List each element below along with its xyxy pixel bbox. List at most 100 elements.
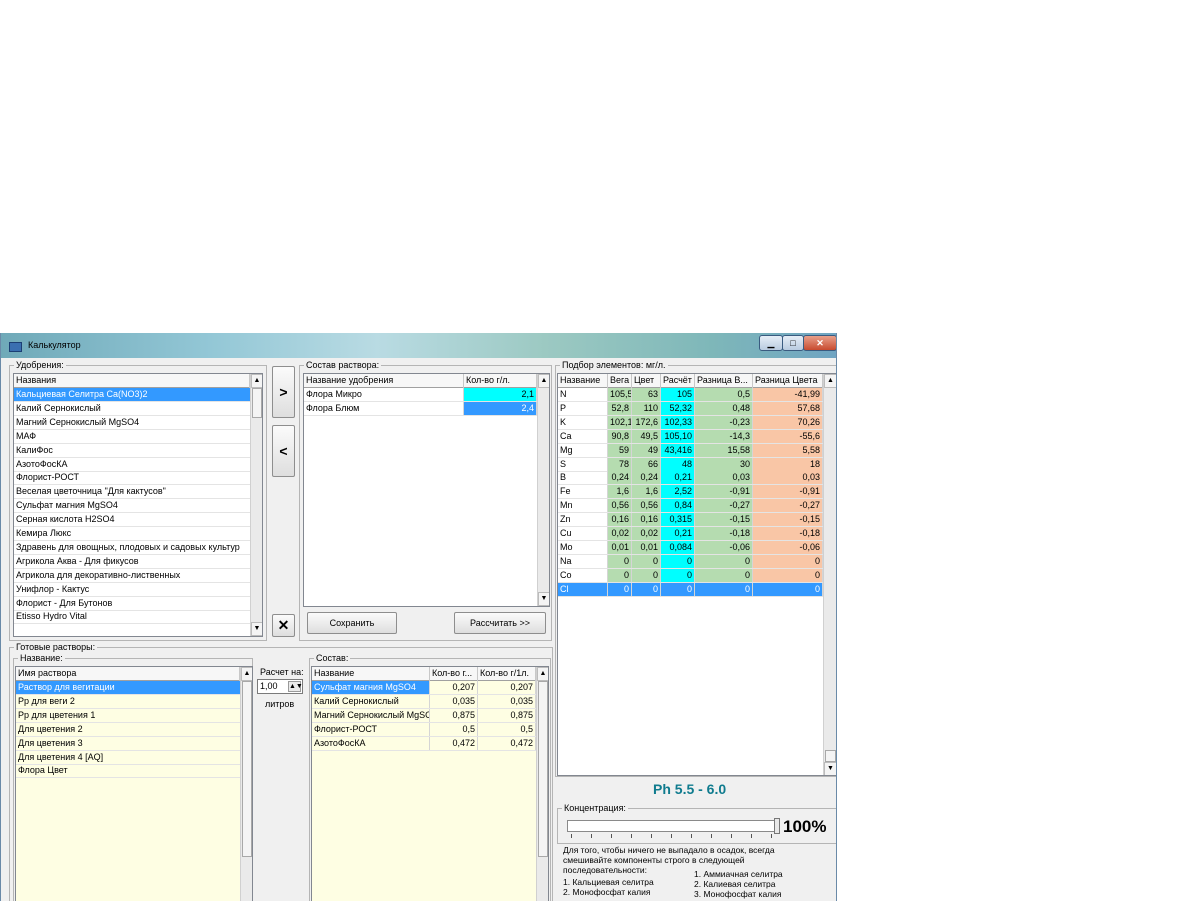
ready-solution-item[interactable]: Рр для цветения 1 <box>16 709 240 723</box>
close-button[interactable]: ✕ <box>803 335 836 351</box>
composition-col-header[interactable]: Кол-во г/1л. <box>478 667 536 681</box>
element-row[interactable]: Co 0 0 0 0 0 <box>558 568 823 583</box>
solution-amount[interactable]: 2,4 <box>464 402 537 415</box>
clear-icon[interactable]: ✕ <box>272 614 295 637</box>
element-row[interactable]: K 102,1 172,6 102,33 -0,23 70,26 <box>558 415 823 430</box>
solution-name[interactable]: Флора Блюм <box>304 402 464 415</box>
ready-solution-item[interactable]: Рр для веги 2 <box>16 695 240 709</box>
solution-amount[interactable]: 2,1 <box>464 388 537 401</box>
fertilizer-item[interactable]: Веселая цветочница "Для кактусов" <box>14 485 250 500</box>
composition-row[interactable]: АзотоФосКА 0,472 0,472 <box>312 736 536 751</box>
fertilizer-item[interactable]: Серная кислота H2SO4 <box>14 513 250 528</box>
element-row[interactable]: P 52,8 110 52,32 0,48 57,68 <box>558 401 823 416</box>
element-row[interactable]: Na 0 0 0 0 0 <box>558 554 823 569</box>
solution-row[interactable]: Флора Микро 2,1 <box>304 388 537 402</box>
fertilizers-column-header[interactable]: Названия <box>14 374 250 388</box>
scroll-up-icon[interactable]: ▲ <box>241 667 252 681</box>
element-row[interactable]: Cl 0 0 0 0 0 <box>558 582 823 597</box>
fertilizer-item[interactable]: Кальциевая Селитра Ca(NO3)2 <box>14 388 250 402</box>
element-row[interactable]: Mn 0,56 0,56 0,84 -0,27 -0,27 <box>558 499 823 514</box>
spin-arrows-icon[interactable]: ▲▼ <box>288 681 303 692</box>
scroll-thumb[interactable] <box>242 681 252 857</box>
composition-table[interactable]: Название Кол-во г... Кол-во г/1л. Сульфат … <box>311 666 549 901</box>
maximize-button[interactable]: □ <box>782 335 804 351</box>
solution-row[interactable]: Флора Блюм 2,4 <box>304 402 537 416</box>
fertilizer-item[interactable]: Флорист - Для Бутонов <box>14 597 250 611</box>
title-bar[interactable]: Калькулятор ▁ □ ✕ <box>1 333 836 358</box>
fertilizer-item[interactable]: Etisso Hydro Vital <box>14 610 250 625</box>
fertilizers-scrollbar[interactable]: ▲ ▼ <box>250 374 262 636</box>
composition-col-header[interactable]: Название <box>312 667 430 681</box>
scroll-thumb[interactable] <box>538 681 548 857</box>
scroll-up-icon[interactable]: ▲ <box>538 374 549 388</box>
fertilizer-item[interactable]: Кемира Люкс <box>14 527 250 541</box>
fertilizer-item[interactable]: Флорист-РОСТ <box>14 471 250 486</box>
element-row[interactable]: Cu 0,02 0,02 0,21 -0,18 -0,18 <box>558 527 823 541</box>
ready-scrollbar[interactable]: ▲ <box>240 667 252 901</box>
solution-table[interactable]: Название удобрения Кол-во г/л. Флора Мик… <box>303 373 550 607</box>
concentration-slider[interactable] <box>567 818 780 834</box>
calc-spinbox[interactable]: 1,00 ▲▼ <box>257 679 303 694</box>
composition-row[interactable]: Магний Сернокислый MgSO4 0,875 0,875 <box>312 708 536 723</box>
fertilizer-item[interactable]: Сульфат магния MgSO4 <box>14 499 250 514</box>
ready-column-header[interactable]: Имя раствора <box>16 667 240 681</box>
elements-col-header[interactable]: Цвет <box>632 374 661 388</box>
elements-table[interactable]: Название Вега Цвет Расчёт Разница В... Разниц… <box>557 373 836 776</box>
add-fertilizer-button[interactable]: > <box>272 366 295 418</box>
scroll-thumb[interactable] <box>252 388 262 418</box>
fertilizer-item[interactable]: МАФ <box>14 430 250 444</box>
fertilizer-item[interactable]: АзотоФосКА <box>14 458 250 472</box>
ready-solution-item[interactable]: Раствор для вегитации <box>16 681 240 695</box>
ready-solution-item[interactable]: Для цветения 3 <box>16 737 240 751</box>
composition-col-header[interactable]: Кол-во г... <box>430 667 478 681</box>
scroll-down-icon[interactable]: ▼ <box>538 592 549 606</box>
scroll-down-icon[interactable]: ▼ <box>251 622 262 636</box>
element-row[interactable]: S 78 66 48 30 18 <box>558 457 823 472</box>
element-row[interactable]: Zn 0,16 0,16 0,315 -0,15 -0,15 <box>558 513 823 528</box>
calc-value[interactable]: 1,00 <box>260 681 278 691</box>
elements-col-header[interactable]: Разница В... <box>695 374 753 388</box>
element-row[interactable]: Ca 90,8 49,5 105,10 -14,3 -55,6 <box>558 429 823 444</box>
composition-scrollbar[interactable]: ▲ <box>536 667 548 901</box>
elements-col-header[interactable]: Название <box>558 374 608 388</box>
fertilizer-item[interactable]: Магний Сернокислый MgSO4 <box>14 416 250 430</box>
ready-solution-item[interactable]: Для цветения 4 [AQ] <box>16 751 240 765</box>
solution-col-name[interactable]: Название удобрения <box>304 374 464 388</box>
scroll-up-icon[interactable]: ▲ <box>251 374 262 388</box>
fertilizers-header[interactable]: Названия <box>14 374 250 388</box>
remove-fertilizer-button[interactable]: < <box>272 425 295 477</box>
element-row[interactable]: B 0,24 0,24 0,21 0,03 0,03 <box>558 471 823 486</box>
scroll-thumb[interactable] <box>825 750 836 762</box>
solution-scrollbar[interactable]: ▲ ▼ <box>537 374 549 606</box>
ready-solutions-list[interactable]: Имя раствора Раствор для вегитации Рр для… <box>15 666 253 901</box>
fertilizer-item[interactable]: Агрикола для декоративно-лиственных <box>14 569 250 583</box>
elements-col-header[interactable]: Вега <box>608 374 632 388</box>
element-row[interactable]: Mg 59 49 43,416 15,58 5,58 <box>558 443 823 458</box>
fertilizer-item[interactable]: Калий Сернокислый <box>14 402 250 416</box>
elements-scrollbar[interactable]: ▲ ▼ <box>823 374 836 775</box>
fertilizer-item[interactable]: Унифлор - Кактус <box>14 583 250 597</box>
element-row[interactable]: Fe 1,6 1,6 2,52 -0,91 -0,91 <box>558 485 823 500</box>
slider-handle[interactable] <box>774 818 780 834</box>
calculate-button[interactable]: Рассчитать >> <box>454 612 546 634</box>
composition-row[interactable]: Флорист-РОСТ 0,5 0,5 <box>312 722 536 737</box>
scroll-down-icon[interactable]: ▼ <box>824 762 836 775</box>
ready-solution-item[interactable]: Для цветения 2 <box>16 723 240 737</box>
fertilizer-item[interactable]: Здравень для овощных, плодовых и садовых… <box>14 541 250 555</box>
scroll-up-icon[interactable]: ▲ <box>824 374 836 388</box>
minimize-button[interactable]: ▁ <box>759 335 783 351</box>
composition-row[interactable]: Калий Сернокислый 0,035 0,035 <box>312 694 536 709</box>
elements-col-header[interactable]: Разница Цвета <box>753 374 823 388</box>
fertilizer-item[interactable]: КалиФос <box>14 444 250 458</box>
element-row[interactable]: N 105,5 63 105 0,5 -41,99 <box>558 388 823 402</box>
ready-solution-item[interactable]: Флора Цвет <box>16 764 240 779</box>
fertilizer-item[interactable]: Агрикола Аква - Для фикусов <box>14 555 250 569</box>
element-row[interactable]: Mo 0,01 0,01 0,084 -0,06 -0,06 <box>558 540 823 555</box>
save-button[interactable]: Сохранить <box>307 612 397 634</box>
scroll-up-icon[interactable]: ▲ <box>537 667 548 681</box>
composition-row[interactable]: Сульфат магния MgSO4 0,207 0,207 <box>312 681 536 695</box>
elements-col-header[interactable]: Расчёт <box>661 374 695 388</box>
solution-name[interactable]: Флора Микро <box>304 388 464 401</box>
solution-col-amount[interactable]: Кол-во г/л. <box>464 374 537 388</box>
fertilizers-list[interactable]: Названия Кальциевая Селитра Ca(NO3)2 Кали… <box>13 373 263 637</box>
